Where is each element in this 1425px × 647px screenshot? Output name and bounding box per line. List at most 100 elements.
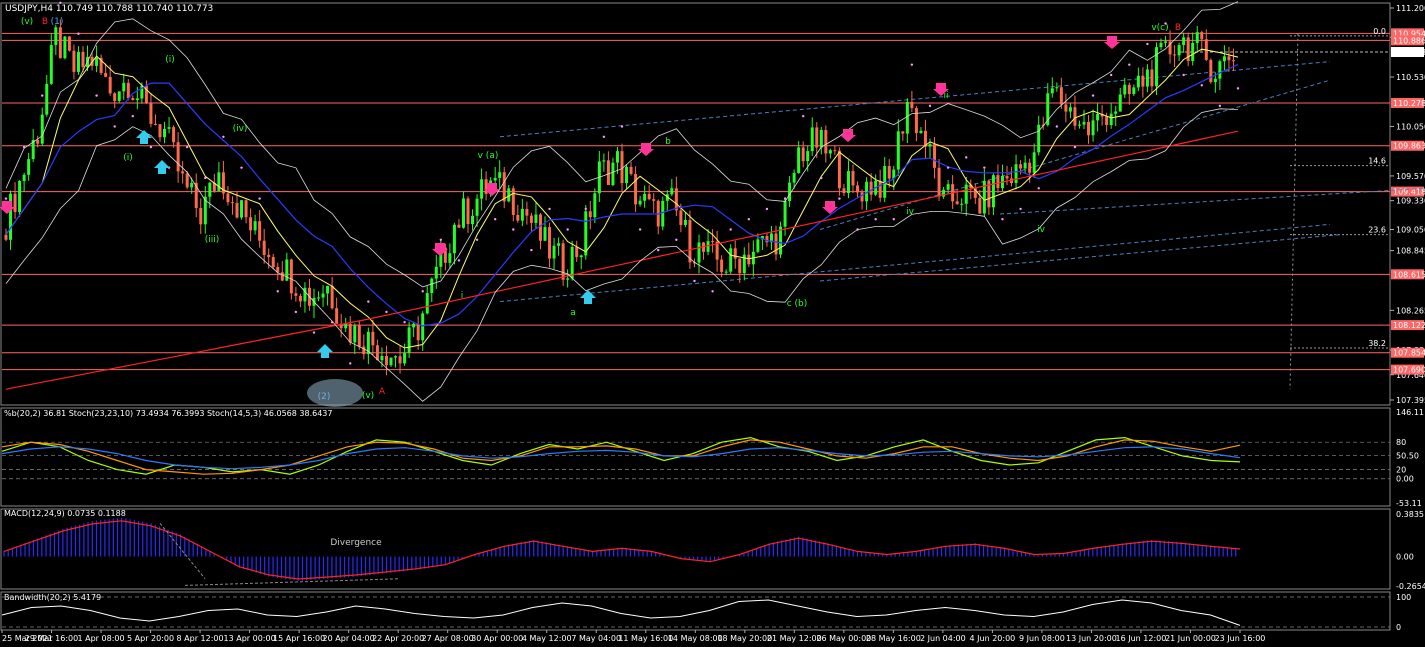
macd-y-tick-label: 0.00 [1396, 553, 1414, 562]
wave-label: (v) [21, 17, 33, 27]
candle-body [4, 234, 8, 240]
sar-dot [403, 321, 406, 324]
candle-body [167, 127, 171, 129]
sar-dot [59, 1, 62, 5]
oscillator-y-tick-label: -53.11 [1396, 499, 1422, 508]
candle-body [625, 166, 629, 184]
price-level-label: 107.854 [1393, 349, 1425, 358]
candle-body [1037, 124, 1041, 153]
candle-body [321, 293, 325, 298]
candle-body [185, 173, 189, 188]
sar-dot [258, 197, 261, 200]
candle-body [1154, 47, 1158, 87]
time-axis-label: 9 Jun 08:00 [1019, 634, 1065, 643]
candle-body [317, 297, 321, 299]
candle-body [575, 246, 579, 258]
candle-body [1123, 84, 1127, 95]
buy-arrow-icon [317, 344, 333, 358]
candle-body [919, 130, 923, 134]
candle-body [570, 246, 574, 279]
time-axis-label: 13 Apr 00:00 [224, 634, 276, 643]
candle-body [978, 197, 982, 214]
candle-body [22, 174, 26, 182]
candle-body [471, 215, 475, 225]
candle-body [153, 123, 157, 125]
sar-dot [457, 259, 461, 262]
sar-dot [1146, 42, 1149, 46]
sar-dot [874, 217, 877, 221]
sar-dot [493, 217, 497, 221]
candle-body [905, 101, 909, 134]
candle-body [914, 108, 918, 134]
candle-body [801, 147, 805, 162]
candle-body [452, 224, 456, 254]
time-axis-label: 8 Apr 12:00 [177, 634, 224, 643]
candle-body [421, 313, 425, 341]
candle-body [643, 193, 647, 201]
price-y-tick-label: 110.050 [1396, 122, 1425, 131]
time-axis-label: 22 Apr 20:00 [372, 634, 424, 643]
candle-body [620, 151, 624, 184]
candle-body [176, 142, 180, 172]
price-level-label: 107.690 [1393, 366, 1425, 375]
candle-body [860, 192, 864, 202]
candle-body [158, 124, 162, 138]
candle-body [946, 184, 950, 190]
sell-arrow-icon [1104, 36, 1120, 49]
candle-body [1177, 45, 1181, 56]
sar-dot [910, 63, 914, 66]
candle-body [371, 331, 375, 346]
candle-body [520, 208, 524, 221]
sar-dot [1001, 217, 1004, 221]
candle-body [783, 200, 787, 227]
candle-body [788, 182, 792, 201]
candle-body [602, 160, 606, 162]
macd-title: MACD(12,24,9) 0.0735 0.1188 [4, 509, 126, 518]
candle-body [1141, 75, 1145, 87]
time-axis-label: 21 May 12:00 [767, 634, 822, 643]
sar-dot [95, 94, 98, 97]
price-y-tick-label: 110.530 [1396, 73, 1425, 82]
candle-body [896, 131, 900, 170]
candle-body [611, 162, 615, 186]
candle-body [280, 272, 284, 281]
candle-body [552, 245, 556, 259]
candle-body [937, 167, 941, 197]
time-axis-label: 20 Apr 04:00 [323, 634, 375, 643]
candle-body [747, 254, 751, 265]
candle-body [412, 323, 416, 328]
wave-zone-shape [307, 379, 363, 407]
candle-body [543, 227, 547, 241]
sar-dot [421, 290, 424, 293]
sar-dot [566, 228, 569, 231]
candle-body [502, 172, 506, 202]
price-y-tick-label: 108.265 [1396, 306, 1425, 315]
candle-body [566, 278, 570, 280]
candle-body [1213, 78, 1217, 83]
candle-body [108, 76, 112, 94]
sar-dot [801, 114, 805, 118]
candle-body [1105, 116, 1109, 125]
candle-body [584, 211, 588, 256]
candle-body [833, 150, 837, 152]
price-y-tick-label: 108.845 [1396, 247, 1425, 256]
candle-body [670, 188, 674, 195]
fib-vertical-line [1289, 33, 1299, 390]
candle-body [135, 98, 139, 101]
candle-body [1055, 87, 1059, 89]
candle-body [230, 202, 234, 204]
candle-body [511, 188, 515, 215]
candle-body [267, 254, 271, 257]
sar-dot [1091, 94, 1095, 97]
candle-body [262, 240, 266, 255]
time-axis-label: 18 May 20:00 [717, 634, 772, 643]
sar-dot [222, 135, 225, 138]
candle-body [679, 210, 683, 226]
candle-body [1191, 42, 1195, 62]
candle-body [1032, 152, 1036, 173]
channel-line [999, 187, 1425, 215]
oscillator-y-tick-label: 50.50 [1396, 452, 1419, 461]
wave-label: i [461, 291, 464, 301]
wave-label: B [42, 17, 48, 27]
candle-body [389, 357, 393, 366]
